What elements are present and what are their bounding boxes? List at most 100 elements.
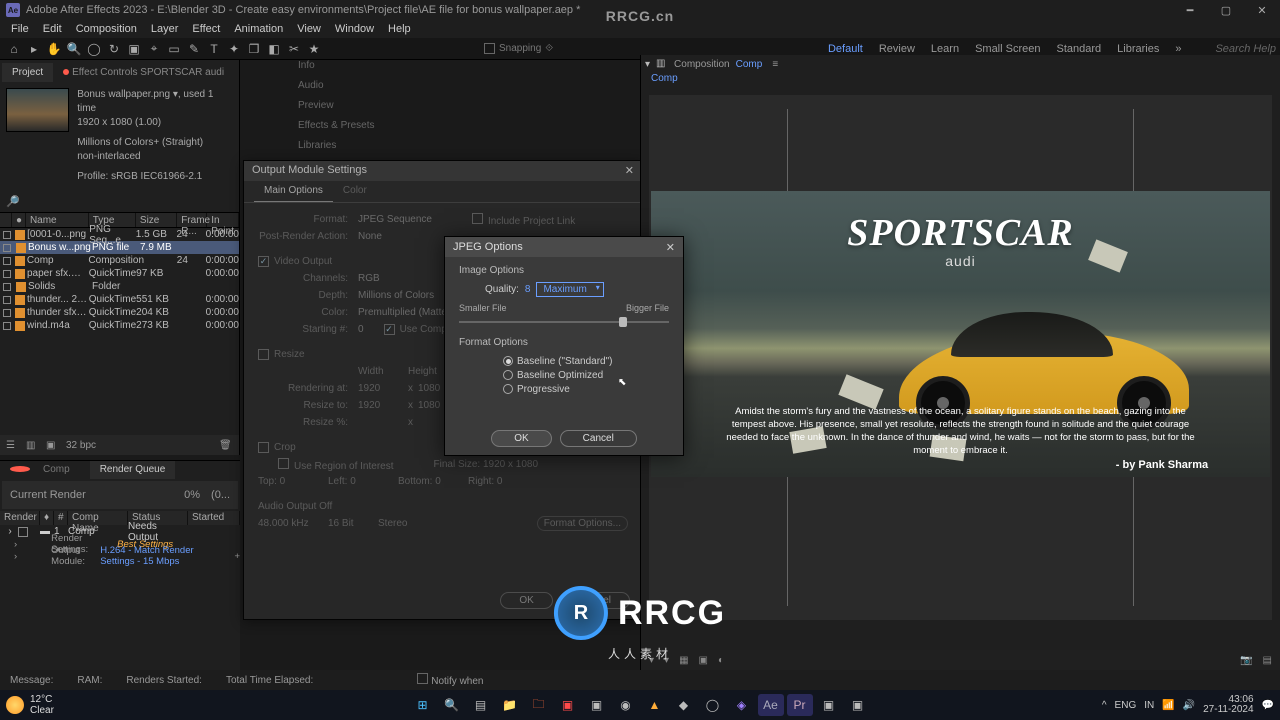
app-icon-8[interactable]: ▣ <box>816 694 842 716</box>
om-close-icon[interactable]: ✕ <box>625 164 634 178</box>
rotate-tool-icon[interactable]: ↻ <box>104 40 124 58</box>
om-postrender-dropdown[interactable]: None <box>358 231 382 242</box>
om-format-dropdown[interactable]: JPEG Sequence <box>358 214 432 225</box>
panel-preview[interactable]: Preview <box>284 95 404 115</box>
jpeg-quality-dropdown[interactable]: Maximum <box>536 282 603 297</box>
view-options-icon[interactable]: ▤ <box>1263 655 1272 666</box>
project-row[interactable]: SolidsFolder <box>0 280 239 293</box>
workspace-default[interactable]: Default <box>828 43 863 55</box>
workspace-smallscreen[interactable]: Small Screen <box>975 43 1040 55</box>
minimize-button[interactable]: ━ <box>1172 0 1208 20</box>
menu-window[interactable]: Window <box>328 23 381 35</box>
tray-chevron-icon[interactable]: ^ <box>1102 700 1107 711</box>
bpc-toggle[interactable]: 32 bpc <box>66 440 96 451</box>
close-button[interactable]: ✕ <box>1244 0 1280 20</box>
rq-tab-queue[interactable]: Render Queue <box>90 461 176 479</box>
jpeg-slider-handle[interactable] <box>619 317 627 327</box>
channel-icon[interactable]: ◐ <box>718 655 724 666</box>
tray-lang[interactable]: ENG <box>1115 700 1137 711</box>
comp-layout-icon[interactable]: ▥ <box>656 58 668 70</box>
om-tab-color[interactable]: Color <box>333 181 377 202</box>
explorer-icon[interactable]: 📁 <box>497 694 523 716</box>
workspace-learn[interactable]: Learn <box>931 43 959 55</box>
tray-notifications-icon[interactable]: 💬 <box>1262 700 1274 711</box>
menu-animation[interactable]: Animation <box>227 23 290 35</box>
col-in[interactable]: In Point <box>207 213 239 227</box>
interpret-footage-icon[interactable]: ☰ <box>6 440 20 451</box>
rq-row[interactable]: › ▬ 1 Comp Needs Output ›Render Settings… <box>0 525 240 562</box>
rq-tab-comp[interactable]: Comp <box>0 461 90 479</box>
tray-date[interactable]: 27-11-2024 <box>1203 705 1253 715</box>
jpeg-close-icon[interactable]: ✕ <box>666 241 675 254</box>
eraser-tool-icon[interactable]: ◧ <box>264 40 284 58</box>
task-view-icon[interactable]: ▤ <box>468 694 494 716</box>
project-tab[interactable]: Project <box>2 63 53 82</box>
workspace-libraries[interactable]: Libraries <box>1117 43 1159 55</box>
start-icon[interactable]: ⊞ <box>410 694 436 716</box>
app-icon-2[interactable]: ▣ <box>555 694 581 716</box>
windows-taskbar[interactable]: 12°CClear ⊞ 🔍 ▤ 📁 🗀 ▣ ▣ ◉ ▲ ◆ ◯ ◈ Ae Pr … <box>0 690 1280 720</box>
project-row[interactable]: wind.m4aQuickTime273 KB0:00:00 <box>0 319 239 332</box>
jpeg-quality-value[interactable]: 8 <box>525 284 531 295</box>
panel-audio[interactable]: Audio <box>284 75 404 95</box>
menu-edit[interactable]: Edit <box>36 23 69 35</box>
om-format-options-button[interactable]: Format Options... <box>537 516 628 531</box>
snapping-checkbox[interactable] <box>484 43 495 54</box>
pen-tool-icon[interactable]: ✎ <box>184 40 204 58</box>
mask-icon[interactable]: ▣ <box>699 655 708 666</box>
zoom-tool-icon[interactable]: 🔍 <box>64 40 84 58</box>
project-row[interactable]: CompComposition240:00:00 <box>0 254 239 267</box>
om-ok-button[interactable]: OK <box>500 592 552 609</box>
comp-bar-name[interactable]: Comp <box>736 59 763 70</box>
jpeg-radio-optimized[interactable]: Baseline Optimized <box>503 368 669 382</box>
col-size[interactable]: Size <box>136 213 177 227</box>
new-comp-icon[interactable]: ▣ <box>46 440 60 451</box>
snapping-toggle[interactable]: Snapping ⟐ <box>484 43 553 54</box>
workspace-review[interactable]: Review <box>879 43 915 55</box>
project-row[interactable]: thunder... 2.m4aQuickTime551 KB0:00:00 <box>0 293 239 306</box>
jpeg-ok-button[interactable]: OK <box>491 430 551 447</box>
jpeg-quality-slider[interactable] <box>459 321 669 323</box>
maximize-button[interactable]: ▢ <box>1208 0 1244 20</box>
project-search-input[interactable] <box>22 192 235 210</box>
status-notify-label[interactable]: Notify when <box>431 676 483 687</box>
app-icon-5[interactable]: ◆ <box>671 694 697 716</box>
project-row[interactable]: Bonus w...pngPNG file7.9 MB <box>0 241 239 254</box>
brush-tool-icon[interactable]: ✦ <box>224 40 244 58</box>
premiere-icon[interactable]: Pr <box>787 694 813 716</box>
app-icon-4[interactable]: ▲ <box>642 694 668 716</box>
workspace-standard[interactable]: Standard <box>1056 43 1101 55</box>
type-tool-icon[interactable]: T <box>204 40 224 58</box>
home-icon[interactable]: ⌂ <box>4 40 24 58</box>
om-tab-main[interactable]: Main Options <box>254 181 333 202</box>
menu-effect[interactable]: Effect <box>185 23 227 35</box>
menu-composition[interactable]: Composition <box>69 23 144 35</box>
menu-help[interactable]: Help <box>381 23 418 35</box>
system-tray[interactable]: ^ ENG IN 📶 🔊 43:0627-11-2024 💬 <box>1102 695 1274 715</box>
effect-controls-tab[interactable]: Effect Controls SPORTSCAR audi <box>53 63 234 82</box>
app-icon-3[interactable]: ▣ <box>584 694 610 716</box>
jpeg-radio-baseline[interactable]: Baseline ("Standard") <box>503 354 669 368</box>
project-search-icon[interactable]: 🔎 <box>4 192 22 210</box>
panel-libraries[interactable]: Libraries <box>284 135 404 155</box>
col-name[interactable]: Name <box>26 213 89 227</box>
app-icon-9[interactable]: ▣ <box>845 694 871 716</box>
trash-icon[interactable]: 🗑 <box>219 440 233 451</box>
tray-volume-icon[interactable]: 🔊 <box>1183 700 1195 711</box>
col-rate[interactable]: Frame R... <box>177 213 207 227</box>
output-module-link[interactable]: H.264 - Match Render Settings - 15 Mbps <box>100 545 230 567</box>
menu-file[interactable]: File <box>4 23 36 35</box>
taskbar-search-icon[interactable]: 🔍 <box>439 694 465 716</box>
hand-tool-icon[interactable]: ✋ <box>44 40 64 58</box>
composition-viewer[interactable]: SPORTSCAR audi Amidst the storm's fury a… <box>649 95 1272 620</box>
workspace-overflow-icon[interactable]: » <box>1175 43 1181 55</box>
project-row[interactable]: [0001-0...pngPNG Seq...e1.5 GB240:00:00 <box>0 228 239 241</box>
menu-layer[interactable]: Layer <box>144 23 186 35</box>
grid-icon[interactable]: ▦ <box>679 655 688 666</box>
weather-widget[interactable]: 12°CClear <box>6 694 54 716</box>
om-video-output-check[interactable]: ✓ <box>258 256 269 267</box>
project-row[interactable]: thunder sfx.m4aQuickTime204 KB0:00:00 <box>0 306 239 319</box>
output-module-add[interactable]: + <box>234 551 240 562</box>
app-icon-7[interactable]: ◈ <box>729 694 755 716</box>
anchor-tool-icon[interactable]: ⌖ <box>144 40 164 58</box>
